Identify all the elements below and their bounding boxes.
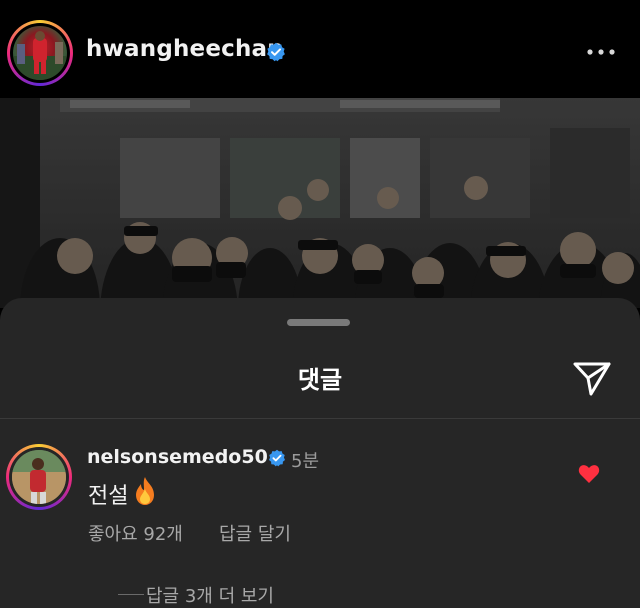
comment-text: 전설 xyxy=(88,484,129,509)
verified-badge-icon xyxy=(266,42,286,66)
sheet-grabber-handle[interactable] xyxy=(287,319,350,326)
commenter-avatar[interactable] xyxy=(6,444,72,510)
post-image[interactable] xyxy=(0,98,640,308)
sheet-divider xyxy=(0,418,640,419)
view-more-replies-button[interactable]: 답글 3개 더 보기 xyxy=(146,582,274,608)
post-header: hwangheechan xyxy=(0,0,640,98)
comment-username[interactable]: nelsonsemedo50 xyxy=(87,446,268,468)
comment-likes-count[interactable]: 좋아요 92개 xyxy=(88,520,183,546)
fire-icon xyxy=(132,476,158,506)
comments-sheet: 댓글 nelsonsemedo50 5분 전설 좋아요 92개 답글 달기 답글… xyxy=(0,298,640,608)
sheet-title: 댓글 xyxy=(297,366,343,394)
reply-button[interactable]: 답글 달기 xyxy=(219,520,291,546)
profile-avatar[interactable] xyxy=(7,20,73,86)
crowd-photo xyxy=(0,98,640,308)
commenter-photo xyxy=(12,450,66,504)
send-icon[interactable] xyxy=(572,360,612,398)
avatar-photo xyxy=(13,26,67,80)
post-username[interactable]: hwangheechan xyxy=(86,36,284,62)
heart-icon[interactable] xyxy=(578,464,600,484)
replies-divider-line xyxy=(118,594,144,595)
verified-badge-icon xyxy=(268,449,286,471)
comment-timestamp: 5분 xyxy=(291,451,320,472)
more-horizontal-icon[interactable] xyxy=(585,42,617,62)
